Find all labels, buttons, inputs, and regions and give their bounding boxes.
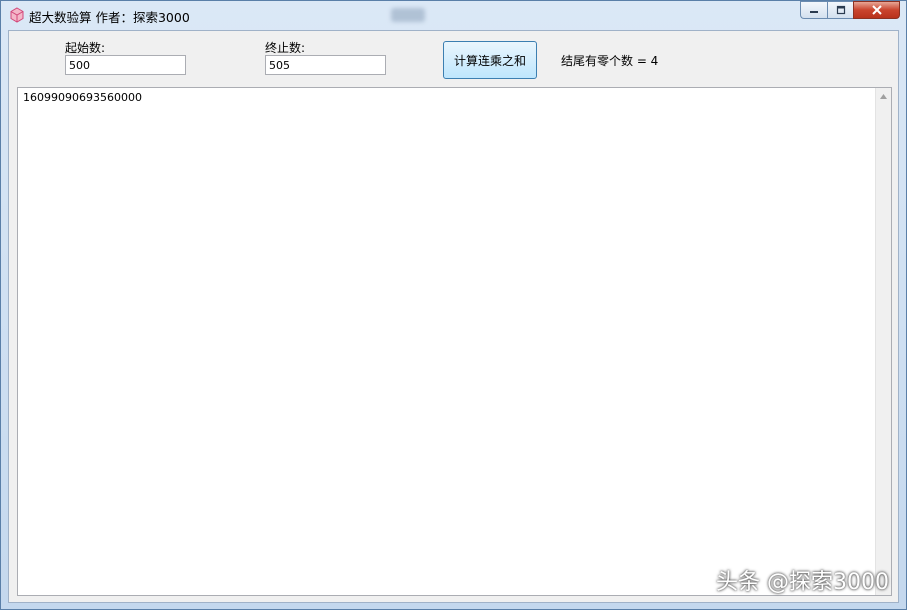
app-window: 超大数验算 作者：探索3000 起始数: 终止 — [0, 0, 907, 610]
close-icon — [871, 5, 882, 15]
start-number-input[interactable] — [65, 55, 186, 75]
close-button[interactable] — [853, 1, 900, 19]
scroll-up-button[interactable] — [876, 88, 891, 104]
watermark: 头条 @探索3000 — [716, 570, 889, 595]
start-label: 起始数: — [65, 41, 106, 55]
app-cube-icon — [10, 7, 24, 23]
result-textarea[interactable]: 16099090693560000 — [17, 87, 892, 596]
end-label: 终止数: — [265, 41, 306, 55]
end-number-input[interactable] — [265, 55, 386, 75]
maximize-icon — [836, 5, 845, 15]
window-title: 超大数验算 作者：探索3000 — [29, 10, 190, 25]
result-value: 16099090693560000 — [23, 91, 142, 104]
title-bar[interactable]: 超大数验算 作者：探索3000 — [1, 1, 906, 29]
trailing-zeros-label: 结尾有零个数 = 4 — [561, 54, 659, 68]
minimize-icon — [810, 11, 818, 13]
client-area: 起始数: 终止数: 计算连乘之和 结尾有零个数 = 4 160990906935… — [8, 30, 899, 603]
vertical-scrollbar[interactable] — [875, 88, 891, 595]
caption-buttons — [800, 1, 900, 21]
calculate-product-button[interactable]: 计算连乘之和 — [443, 41, 537, 79]
maximize-button[interactable] — [827, 1, 853, 19]
minimize-button[interactable] — [800, 1, 827, 19]
scroll-up-arrow-icon — [880, 93, 887, 99]
blurred-title-region — [391, 8, 425, 22]
